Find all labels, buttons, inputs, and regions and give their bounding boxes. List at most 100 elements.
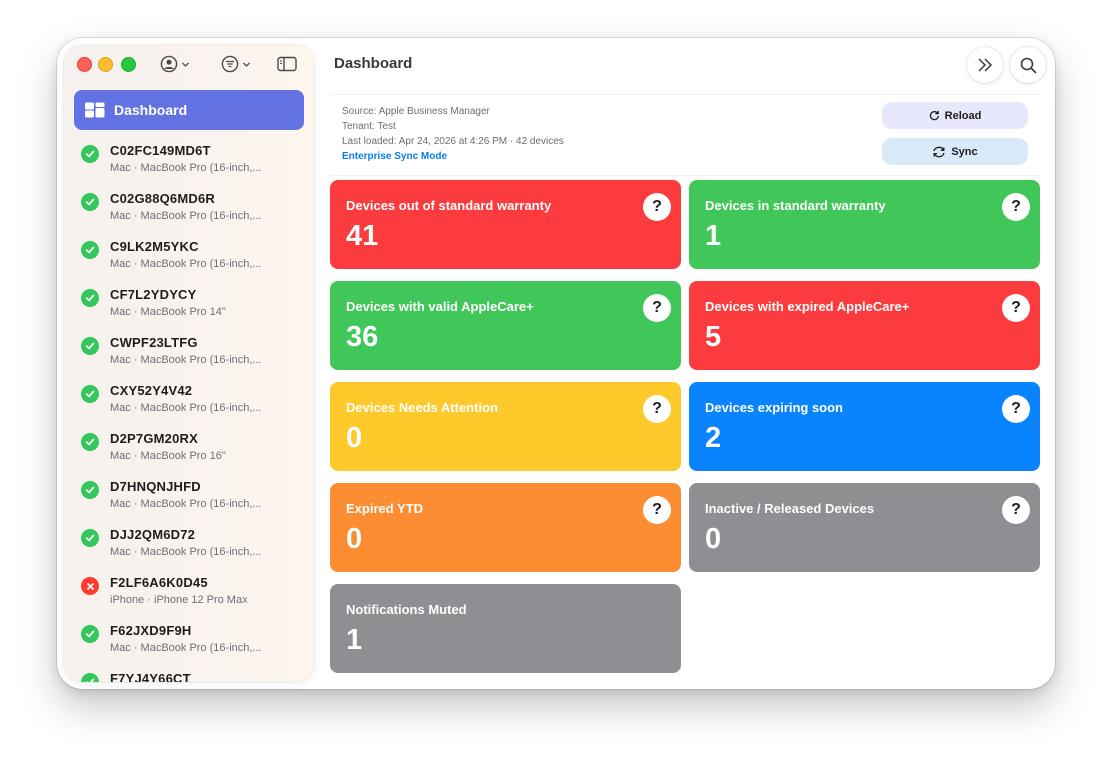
sidebar-item-dashboard[interactable]: Dashboard [74,90,304,130]
search-icon [1020,57,1036,73]
help-button[interactable]: ? [643,193,671,221]
device-list-item[interactable]: D7HNQNJHFD Mac · MacBook Pro (16-inch,... [64,474,314,522]
device-list-item[interactable]: CWPF23LTFG Mac · MacBook Pro (16-inch,... [64,330,314,378]
stat-card-value: 36 [346,321,379,353]
stat-card-value: 2 [705,422,722,454]
device-list-item[interactable]: D2P7GM20RX Mac · MacBook Pro 16" [64,426,314,474]
checkmark-circle-icon [81,481,99,499]
device-list-item[interactable]: F62JXD9F9H Mac · MacBook Pro (16-inch,... [64,618,314,666]
stat-card-title: Devices Needs Attention [346,400,498,415]
app-window: Dashboard C02FC149MD6T Mac · MacBook Pro … [57,38,1055,689]
device-list-item[interactable]: F2LF6A6K0D45 iPhone · iPhone 12 Pro Max [64,570,314,618]
checkmark-circle-icon [81,145,99,163]
checkmark-circle-icon [81,673,99,682]
stat-card-value: 0 [346,523,363,555]
stat-card-title: Devices with expired AppleCare+ [705,299,910,314]
help-button[interactable]: ? [643,294,671,322]
filter-icon [221,55,239,73]
account-menu-button[interactable] [160,53,190,75]
device-serial: CXY52Y4V42 [110,383,193,398]
stat-card-title: Inactive / Released Devices [705,501,875,516]
device-model: Mac · MacBook Pro (16-inch,... [110,498,262,510]
help-button[interactable]: ? [1002,193,1030,221]
sync-mode-text: Enterprise Sync Mode [342,151,448,162]
device-model: Mac · MacBook Pro (16-inch,... [110,210,262,222]
device-serial: C02G88Q6MD6R [110,191,215,206]
search-button[interactable] [1010,47,1046,83]
stat-card-value: 0 [705,523,722,555]
help-button[interactable]: ? [643,395,671,423]
device-list-item[interactable]: CF7L2YDYCY Mac · MacBook Pro 14" [64,282,314,330]
stat-card-title: Devices expiring soon [705,400,843,415]
stat-card[interactable]: Devices expiring soon 2? [689,382,1040,471]
source-text: Source: Apple Business Manager [342,106,490,117]
stat-card[interactable]: Devices Needs Attention 0? [330,382,681,471]
expand-button[interactable] [967,47,1003,83]
checkmark-circle-icon [81,241,99,259]
device-list-item[interactable]: DJJ2QM6D72 Mac · MacBook Pro (16-inch,... [64,522,314,570]
last-loaded-text: Last loaded: Apr 24, 2026 at 4:26 PM · 4… [342,136,564,147]
checkmark-circle-icon [81,625,99,643]
sidebar-toggle-button[interactable] [277,53,297,75]
checkmark-circle-icon [81,433,99,451]
close-window-button[interactable] [77,57,92,72]
device-model: Mac · MacBook Pro (16-inch,... [110,642,262,654]
device-list: C02FC149MD6T Mac · MacBook Pro (16-inch,.… [64,138,314,682]
sidebar-item-label: Dashboard [114,102,188,118]
help-button[interactable]: ? [1002,294,1030,322]
reload-button[interactable]: Reload [882,102,1028,129]
device-model: Mac · MacBook Pro (16-inch,... [110,162,262,174]
stat-card-value: 1 [705,220,722,252]
minimize-window-button[interactable] [98,57,113,72]
device-serial: CWPF23LTFG [110,335,198,350]
stat-card-value: 41 [346,220,379,252]
filter-menu-button[interactable] [221,53,251,75]
stat-card[interactable]: Devices out of standard warranty 41? [330,180,681,269]
help-button[interactable]: ? [643,496,671,524]
person-circle-icon [160,55,178,73]
device-list-item[interactable]: C02G88Q6MD6R Mac · MacBook Pro (16-inch,.… [64,186,314,234]
checkmark-circle-icon [81,337,99,355]
device-model: iPhone · iPhone 12 Pro Max [110,594,248,606]
sidebar-toggle-icon [277,56,297,72]
device-list-item[interactable]: CXY52Y4V42 Mac · MacBook Pro (16-inch,... [64,378,314,426]
stat-card[interactable]: Inactive / Released Devices 0? [689,483,1040,572]
zoom-window-button[interactable] [121,57,136,72]
sidebar: Dashboard C02FC149MD6T Mac · MacBook Pro … [64,45,314,682]
chevrons-right-icon [978,58,993,72]
help-button[interactable]: ? [1002,395,1030,423]
reload-label: Reload [944,109,982,122]
checkmark-circle-icon [81,289,99,307]
device-serial: F7YJ4Y66CT [110,671,191,682]
device-serial: F62JXD9F9H [110,623,192,638]
stat-card-title: Devices in standard warranty [705,198,886,213]
device-serial: CF7L2YDYCY [110,287,197,302]
stat-card-title: Notifications Muted [346,602,467,617]
source-info-panel: Source: Apple Business Manager Tenant: T… [330,94,1040,176]
help-button[interactable]: ? [1002,496,1030,524]
device-list-item[interactable]: F7YJ4Y66CT [64,666,314,682]
page-title: Dashboard [334,55,413,72]
dashboard-icon [85,102,105,118]
stat-card[interactable]: Expired YTD 0? [330,483,681,572]
stat-card[interactable]: Devices with expired AppleCare+ 5? [689,281,1040,370]
device-model: Mac · MacBook Pro (16-inch,... [110,546,262,558]
stat-card[interactable]: Devices in standard warranty 1? [689,180,1040,269]
sync-button[interactable]: Sync [882,138,1028,165]
error-circle-icon [81,577,99,595]
tenant-text: Tenant: Test [342,121,396,132]
stat-card[interactable]: Notifications Muted 1 [330,584,681,673]
device-list-item[interactable]: C9LK2M5YKC Mac · MacBook Pro (16-inch,... [64,234,314,282]
stat-card[interactable]: Devices with valid AppleCare+ 36? [330,281,681,370]
stat-card-title: Devices out of standard warranty [346,198,552,213]
stat-card-value: 0 [346,422,363,454]
device-list-item[interactable]: C02FC149MD6T Mac · MacBook Pro (16-inch,.… [64,138,314,186]
device-model: Mac · MacBook Pro (16-inch,... [110,258,262,270]
device-model: Mac · MacBook Pro 14" [110,306,226,318]
chevron-down-icon [182,62,189,67]
device-model: Mac · MacBook Pro (16-inch,... [110,402,262,414]
device-serial: D2P7GM20RX [110,431,198,446]
checkmark-circle-icon [81,385,99,403]
sync-icon [933,146,945,157]
device-model: Mac · MacBook Pro (16-inch,... [110,354,262,366]
